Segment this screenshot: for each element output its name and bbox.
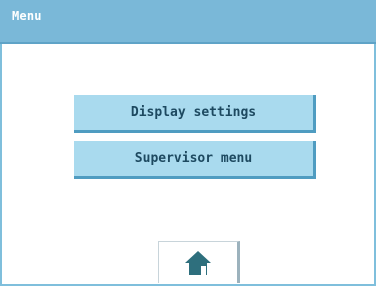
title-bar: Menu: [0, 0, 376, 44]
page-title: Menu: [12, 9, 42, 23]
menu-screen: Menu Display settings Supervisor menu: [0, 0, 376, 286]
supervisor-menu-button[interactable]: Supervisor menu: [74, 141, 316, 179]
home-icon: [185, 250, 211, 275]
display-settings-button[interactable]: Display settings: [74, 95, 316, 133]
home-button[interactable]: [158, 241, 240, 283]
